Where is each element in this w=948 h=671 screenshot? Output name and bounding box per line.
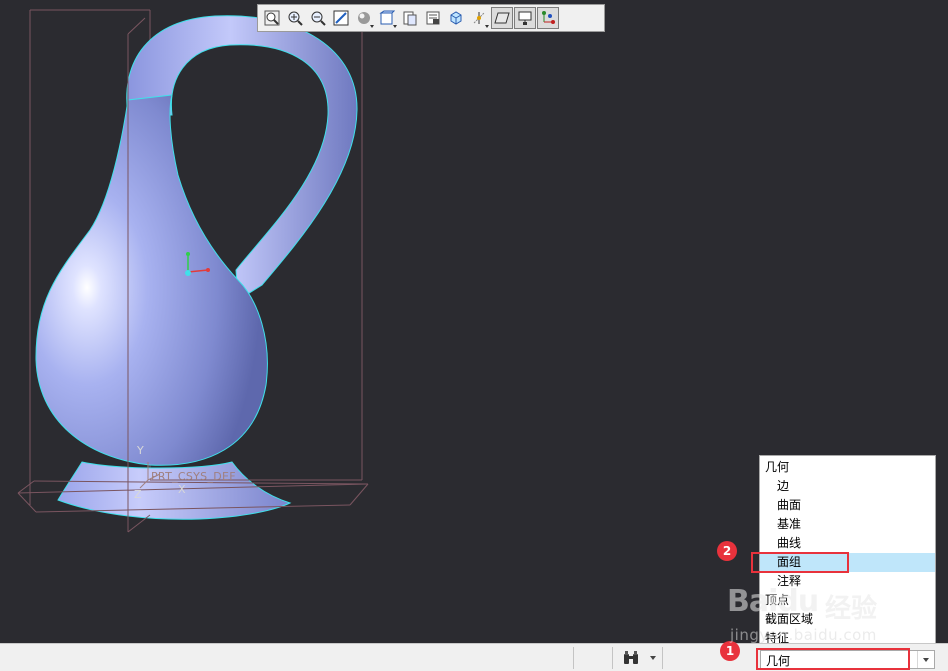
y-axis-label: Y [137,444,144,457]
display-style-icon [358,12,370,24]
datum-display-button[interactable] [468,7,490,29]
csys-display-icon [542,11,555,24]
zoom-out-button[interactable] [307,7,329,29]
dropdown-arrow-icon [370,25,374,28]
filter-option-edge[interactable]: 边 [760,477,935,496]
step-marker-2: 2 [717,541,737,561]
annotation-display-icon [518,11,532,25]
status-separator [662,647,663,669]
watermark-brand: 经验 [825,594,878,624]
watermark-url: jingyan.baidu.com [730,626,877,644]
view-manager-icon [403,11,417,26]
plane-display-icon [494,12,510,24]
saved-orientations-icon [379,10,395,25]
repaint-icon [333,10,349,26]
highlight-box-filter [756,648,910,670]
annotation-display-button[interactable] [514,7,536,29]
binoculars-icon [624,651,638,664]
find-dropdown-button[interactable] [646,648,660,668]
refit-button[interactable] [261,7,283,29]
chevron-down-icon [650,656,656,660]
z-axis-label: Z [134,488,142,501]
highlight-box-quilt [751,552,849,573]
filter-option-datum[interactable]: 基准 [760,515,935,534]
find-button[interactable] [617,648,645,668]
repaint-button[interactable] [330,7,352,29]
pitcher-body [35,94,268,466]
filter-option-surface[interactable]: 曲面 [760,496,935,515]
filter-option-curve[interactable]: 曲线 [760,534,935,553]
zoom-in-icon [288,11,303,26]
filter-option-geometry[interactable]: 几何 [760,458,935,477]
zoom-in-button[interactable] [284,7,306,29]
x-axis-label: X [178,483,186,496]
dropdown-arrow-icon [485,25,489,28]
chevron-down-icon[interactable] [917,651,934,668]
watermark-logo: Baidu [727,584,819,619]
plane-display-button[interactable] [491,7,513,29]
saved-orientations-button[interactable] [376,7,398,29]
refit-icon [264,10,280,26]
dropdown-arrow-icon [393,25,397,28]
spin-center-button[interactable] [445,7,467,29]
named-views-button[interactable] [422,7,444,29]
view-manager-button[interactable] [399,7,421,29]
status-separator [573,647,574,669]
display-style-button[interactable] [353,7,375,29]
spin-center-icon [450,11,462,25]
baidu-watermark: Baidu 经验 jingyan.baidu.com [727,584,897,646]
named-views-icon [426,11,440,25]
zoom-out-icon [311,11,326,26]
graphics-toolbar [257,4,605,32]
status-separator [612,647,613,669]
datum-display-icon [473,12,485,24]
csys-display-button[interactable] [537,7,559,29]
csys-label: PRT_CSYS_DEF [151,470,236,483]
